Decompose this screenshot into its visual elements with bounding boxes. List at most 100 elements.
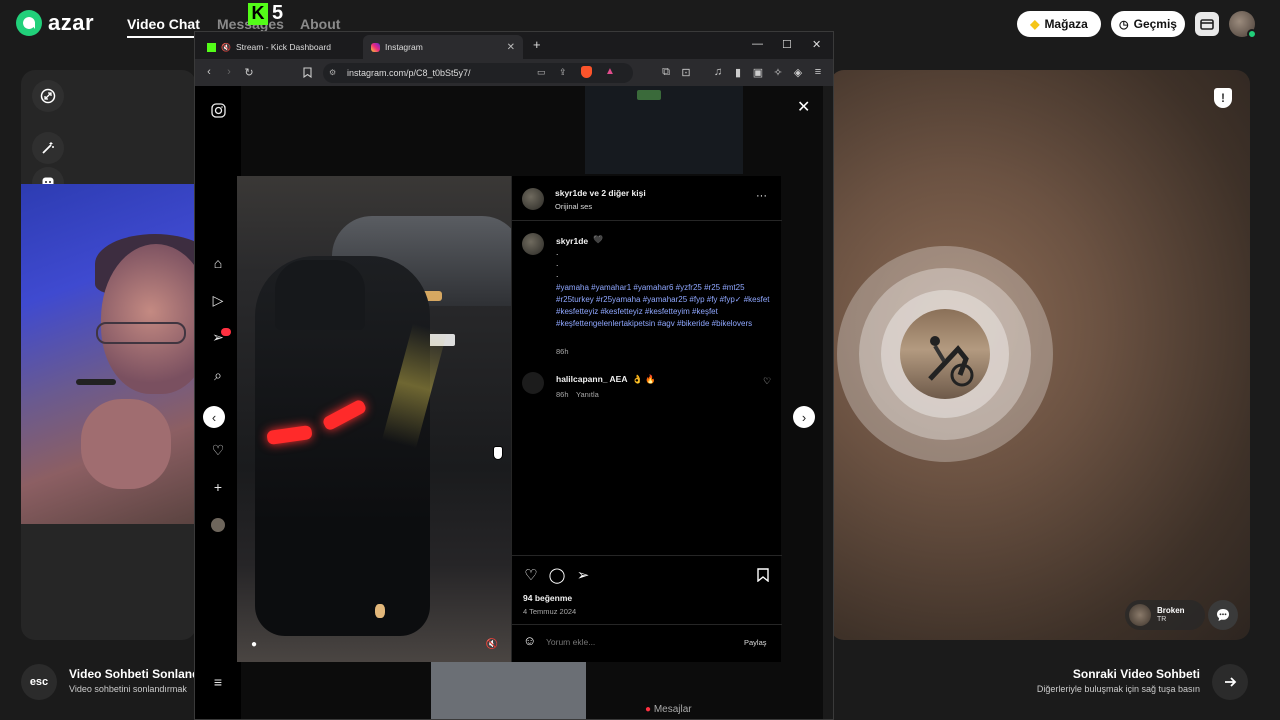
magic-wand-icon[interactable]: [32, 132, 64, 164]
store-label: Mağaza: [1044, 17, 1088, 31]
new-tab-icon[interactable]: +: [533, 37, 541, 52]
partner-avatar: [900, 309, 990, 399]
tab-kick-dashboard[interactable]: 🔇 Stream - Kick Dashboard: [199, 35, 363, 59]
face-shape: [101, 244, 196, 394]
post-photo[interactable]: ● 🔇: [237, 176, 511, 662]
background-feed-thumbnail[interactable]: [431, 661, 586, 719]
messages-footer[interactable]: ● Mesajlar: [645, 704, 692, 715]
scrollbar[interactable]: [823, 86, 833, 719]
actions-divider: [512, 555, 782, 556]
history-button[interactable]: ◷ Geçmiş: [1111, 11, 1185, 37]
comment-user[interactable]: halilcapann_ AEA: [556, 374, 627, 384]
caption-dot-1: .: [556, 247, 559, 257]
post-audio-label[interactable]: Orijinal ses: [555, 202, 592, 211]
leo-ai-icon[interactable]: ✧: [771, 65, 785, 79]
browser-window: 🔇 Stream - Kick Dashboard Instagram ✕ + …: [194, 31, 834, 720]
save-icon[interactable]: [754, 566, 772, 584]
azar-logo[interactable]: azar: [16, 10, 94, 36]
chat-bubble-icon[interactable]: [1208, 600, 1238, 630]
windscreen-shape: [275, 260, 365, 330]
store-button[interactable]: ◆ Mağaza: [1017, 11, 1101, 37]
close-modal-icon[interactable]: ✕: [797, 97, 810, 117]
site-info-icon[interactable]: ⚙: [329, 68, 336, 77]
create-icon[interactable]: +: [209, 478, 227, 496]
comment-icon[interactable]: ◯: [548, 566, 566, 584]
comment-input-divider: [512, 624, 782, 625]
post-header-user[interactable]: skyr1de ve 2 diğer kişi: [555, 188, 646, 198]
profile-avatar[interactable]: [1229, 11, 1257, 39]
mouse-cursor-icon: [493, 446, 503, 460]
mute-icon[interactable]: 🔇: [485, 637, 499, 651]
azar-logo-text: azar: [48, 10, 95, 35]
reload-icon[interactable]: ↻: [242, 65, 256, 79]
url-field[interactable]: ⚙ instagram.com/p/C8_t0bSt5y7/ ▭ ⇪ ▲: [323, 63, 633, 83]
screenshot-icon[interactable]: ⊡: [679, 65, 693, 79]
previous-post-button[interactable]: ‹: [203, 406, 225, 428]
close-tab-icon[interactable]: ✕: [507, 42, 515, 53]
likes-count[interactable]: 94 beğenme: [523, 593, 572, 603]
next-post-button[interactable]: ›: [793, 406, 815, 428]
arrow-right-icon: [1225, 677, 1237, 687]
tagged-user-icon[interactable]: ●: [247, 637, 261, 651]
partner-chip-avatar: [1129, 604, 1151, 626]
caption-hashtags[interactable]: #yamaha #yamahar1 #yamahar6 #yzfr25 #r25…: [556, 282, 771, 330]
clock-icon: ◷: [1119, 18, 1129, 31]
partner-info-chip[interactable]: Broken TR: [1125, 600, 1205, 630]
caption-author-avatar[interactable]: [522, 233, 544, 255]
bookmark-icon[interactable]: [300, 65, 314, 79]
brave-shield-icon[interactable]: [581, 66, 592, 78]
instagram-logo-icon[interactable]: [209, 101, 227, 119]
sidebar-icon[interactable]: ▮: [731, 65, 745, 79]
search-icon[interactable]: ⌕: [209, 366, 227, 384]
notification-badge: [221, 328, 231, 336]
kick-overlay: K 5: [248, 2, 283, 25]
reels-icon[interactable]: ▷: [209, 291, 227, 309]
back-icon[interactable]: ‹: [202, 65, 216, 79]
azar-logo-icon: [16, 10, 42, 36]
partner-name: Broken: [1157, 606, 1185, 615]
tab-instagram[interactable]: Instagram ✕: [363, 35, 523, 59]
comment-reply[interactable]: Yanıtla: [576, 390, 599, 399]
heart-icon[interactable]: ♡: [209, 441, 227, 459]
more-menu-icon[interactable]: ≡: [209, 673, 227, 691]
post-details-panel: skyr1de ve 2 diğer kişi Orijinal ses ···…: [511, 176, 782, 662]
like-icon[interactable]: ♡: [522, 566, 540, 584]
report-shield-icon[interactable]: !: [1214, 88, 1232, 108]
cast-icon[interactable]: ▭: [537, 67, 546, 78]
comment-like-icon[interactable]: ♡: [763, 376, 771, 387]
home-icon[interactable]: ⌂: [209, 254, 227, 272]
minimize-icon[interactable]: —: [752, 38, 763, 50]
next-chat-button[interactable]: [1212, 664, 1248, 700]
muted-speaker-icon[interactable]: 🔇: [221, 43, 231, 52]
tab-bar: 🔇 Stream - Kick Dashboard Instagram ✕ + …: [195, 32, 833, 59]
share-icon[interactable]: ➢: [574, 566, 592, 584]
menu-icon[interactable]: ≡: [811, 65, 825, 79]
profile-icon[interactable]: [209, 516, 227, 534]
inbox-icon[interactable]: [1195, 12, 1219, 36]
vpn-icon[interactable]: ◈: [791, 65, 805, 79]
wallet-icon[interactable]: ▣: [751, 65, 765, 79]
maximize-icon[interactable]: ☐: [782, 38, 792, 51]
comment-input[interactable]: [546, 635, 726, 649]
commenter-avatar[interactable]: [522, 372, 544, 394]
caption-user[interactable]: skyr1de: [556, 236, 588, 246]
online-indicator: [1247, 29, 1257, 39]
address-toolbar: ‹ › ↻ ⚙ instagram.com/p/C8_t0bSt5y7/ ▭ ⇪…: [195, 59, 833, 86]
page-viewport: ⌂ ▷ ➢ ⌕ ♡ + ≡ ● 🔇 skyr1de ve 2 diğer kiş…: [195, 86, 833, 719]
nav-about[interactable]: About: [300, 16, 340, 32]
forward-icon[interactable]: ›: [222, 65, 236, 79]
post-author-avatar[interactable]: [522, 188, 544, 210]
extensions-icon[interactable]: ⧉: [659, 65, 673, 79]
brave-rewards-icon[interactable]: ▲: [605, 66, 615, 77]
partner-country: TR: [1157, 616, 1167, 623]
share-icon[interactable]: ⇪: [559, 67, 567, 78]
close-window-icon[interactable]: ✕: [812, 38, 821, 51]
esc-button[interactable]: esc: [21, 664, 57, 700]
more-options-icon[interactable]: ···: [756, 190, 767, 202]
emoji-icon[interactable]: ☺: [523, 633, 536, 648]
header-divider: [512, 220, 782, 221]
share-comment-button[interactable]: Paylaş: [744, 638, 767, 647]
nav-video-chat[interactable]: Video Chat: [127, 16, 200, 38]
expand-icon[interactable]: [32, 80, 64, 112]
media-icon[interactable]: ♫: [711, 65, 725, 79]
